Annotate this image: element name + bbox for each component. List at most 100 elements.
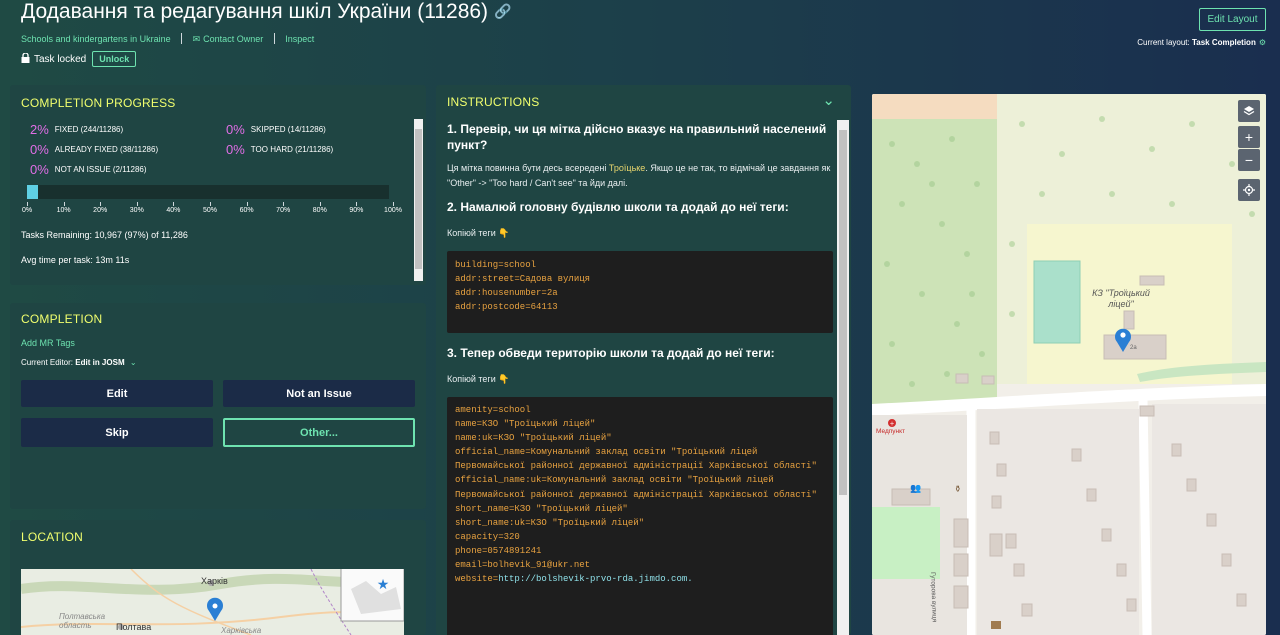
axis-tick-label: 40% — [166, 207, 181, 214]
stat-pct: 0% — [30, 142, 49, 157]
stat-skipped: 0% SKIPPED (14/11286) — [226, 122, 326, 137]
location-minimap[interactable]: ★ Харків Полтавська область Полтава Харк… — [21, 569, 404, 635]
step-3-title: 3. Тепер обведи територію школи та додай… — [447, 346, 775, 360]
divider — [273, 33, 275, 44]
task-map[interactable]: + 👥 ⚱ КЗ "Троїцький ліцей" 2a Медпункт Г… — [872, 94, 1266, 635]
axis-tick-mark — [210, 202, 211, 206]
zoom-in-button[interactable]: + — [1238, 126, 1260, 148]
axis-tick-label: 30% — [129, 207, 144, 214]
stat-already-fixed: 0% ALREADY FIXED (38/11286) — [30, 142, 158, 157]
axis-tick-mark — [100, 202, 102, 206]
breadcrumb: Schools and kindergartens in Ukraine ✉ Co… — [21, 33, 314, 45]
copy-tags-label: Копіюй теги 👇 — [447, 228, 510, 238]
code-line: amenity=school — [455, 405, 531, 415]
step-1-title: 1. Перевір, чи ця мітка дійсно вказує на… — [447, 122, 827, 152]
axis-tick-mark — [246, 202, 248, 206]
code-line: website=http://bolshevik-prvo-rda.jimdo.… — [455, 572, 825, 586]
chevron-down-icon[interactable]: ⌄ — [822, 91, 835, 109]
stat-not-an-issue: 0% NOT AN ISSUE (2/11286) — [30, 162, 147, 177]
task-locked-label: Task locked — [34, 54, 87, 65]
scrollbar[interactable] — [414, 119, 423, 281]
progress-bar — [27, 185, 389, 199]
map-label-region: Полтавська область — [59, 612, 106, 630]
avg-time: Avg time per task: 13m 11s — [21, 255, 130, 265]
step-2-title: 2. Намалюй головну будівлю школи та дода… — [447, 200, 789, 214]
axis-tick-label: 20% — [93, 207, 108, 214]
inspect-link[interactable]: Inspect — [285, 34, 314, 44]
code-url[interactable]: http://bolshevik-prvo-rda.jimdo.com. — [498, 574, 692, 584]
other-button-label: Other... — [300, 426, 338, 439]
current-editor[interactable]: Current Editor: Edit in JOSM ⌄ — [21, 358, 137, 367]
map-label-poi: Медпункт — [876, 428, 906, 435]
stat-too-hard: 0% TOO HARD (21/11286) — [226, 142, 333, 157]
unlock-button[interactable]: Unlock — [92, 51, 137, 67]
code-line: phone=0574891241 — [455, 545, 542, 556]
scrollbar-thumb[interactable] — [415, 129, 422, 269]
svg-text:⚱: ⚱ — [954, 485, 962, 495]
copy-tags-label: Копіюй теги 👇 — [447, 374, 510, 384]
code-line: building=school — [455, 260, 537, 270]
place-highlight: Троїцьке — [608, 163, 646, 173]
code-line: short_name=КЗО "Троїцький ліцей" — [455, 503, 628, 514]
current-layout-value: Task Completion — [1191, 38, 1256, 47]
scrollbar-thumb[interactable] — [839, 130, 847, 495]
skip-button[interactable]: Skip — [21, 418, 213, 447]
other-button[interactable]: Other... — [223, 418, 415, 447]
stat-pct: 2% — [30, 122, 49, 137]
map-label-housenumber: 2a — [1130, 345, 1137, 351]
edit-layout-button[interactable]: Edit Layout — [1199, 8, 1266, 31]
axis-tick-label: 80% — [312, 207, 327, 214]
gear-icon[interactable]: ⚙ — [1259, 38, 1266, 47]
current-editor-label: Current Editor: — [21, 358, 74, 367]
axis-tick-mark — [173, 202, 175, 206]
axis-tick-label: 10% — [56, 207, 71, 214]
lock-icon — [21, 53, 30, 63]
axis-tick-label: 100% — [384, 207, 402, 214]
edit-button[interactable]: Edit — [21, 380, 213, 407]
completion-panel: COMPLETION Add MR Tags Current Editor: E… — [10, 303, 426, 509]
map-label-city: Полтава — [116, 622, 152, 632]
map-label-school: КЗ "Троїцький ліцей" — [1092, 288, 1150, 309]
axis-tick-mark — [63, 202, 65, 206]
map-label-region: Харківська — [221, 626, 262, 635]
code-line: short_name:uk=КЗО "Троїцький ліцей" — [455, 517, 645, 528]
tasks-remaining: Tasks Remaining: 10,967 (97%) of 11,286 — [21, 230, 188, 240]
layers-icon-graphic — [1243, 106, 1255, 116]
axis-tick-label: 70% — [276, 207, 291, 214]
zoom-out-button[interactable]: − — [1238, 149, 1260, 171]
instructions-body: 1. Перевір, чи ця мітка дійсно вказує на… — [447, 121, 833, 635]
code-block[interactable]: amenity=school name=КЗО "Троїцький ліцей"… — [447, 397, 833, 635]
header: Додавання та редагування шкіл України (1… — [0, 0, 1280, 78]
code-line: addr:street=Садова вулиця — [455, 274, 591, 285]
map-graphic: + 👥 ⚱ — [872, 94, 1266, 635]
not-an-issue-button[interactable]: Not an Issue — [223, 380, 415, 407]
current-editor-value: Edit in JOSM — [75, 358, 125, 367]
code-key: website= — [455, 574, 499, 585]
stat-pct: 0% — [226, 122, 245, 137]
axis-tick-mark — [393, 202, 394, 206]
svg-text:+: + — [889, 421, 894, 428]
stat-label: SKIPPED (14/11286) — [250, 125, 326, 134]
page-title-text: Додавання та редагування шкіл України (1… — [21, 0, 489, 23]
code-block[interactable]: building=school addr:street=Садова вулиця… — [447, 251, 833, 333]
location-panel: LOCATION ★ Харків Полтавська область Пол… — [10, 520, 426, 635]
locate-icon[interactable] — [1238, 179, 1260, 201]
stat-label: ALREADY FIXED (38/11286) — [54, 145, 159, 154]
link-icon[interactable]: 🔗 — [494, 3, 511, 19]
step-1-text: Ця мітка повинна бути десь всередені Тро… — [447, 161, 833, 191]
stat-label: NOT AN ISSUE (2/11286) — [54, 165, 147, 174]
axis-tick-mark — [283, 202, 285, 206]
stat-label: FIXED (244/11286) — [54, 125, 124, 134]
contact-owner-link[interactable]: ✉ Contact Owner — [193, 34, 264, 44]
axis-tick-mark — [27, 202, 28, 206]
axis-tick-label: 50% — [202, 207, 218, 214]
stat-pct: 0% — [226, 142, 245, 157]
code-line: email=bolhevik_91@ukr.net — [455, 560, 591, 571]
contact-owner-label: Contact Owner — [203, 34, 264, 44]
current-layout: Current layout: Task Completion ⚙ — [1137, 38, 1266, 47]
layers-icon[interactable] — [1238, 100, 1260, 122]
add-mr-tags-link[interactable]: Add MR Tags — [21, 338, 75, 348]
project-link[interactable]: Schools and kindergartens in Ukraine — [21, 34, 171, 44]
current-layout-label: Current layout: — [1137, 38, 1190, 47]
scrollbar[interactable] — [837, 120, 849, 635]
